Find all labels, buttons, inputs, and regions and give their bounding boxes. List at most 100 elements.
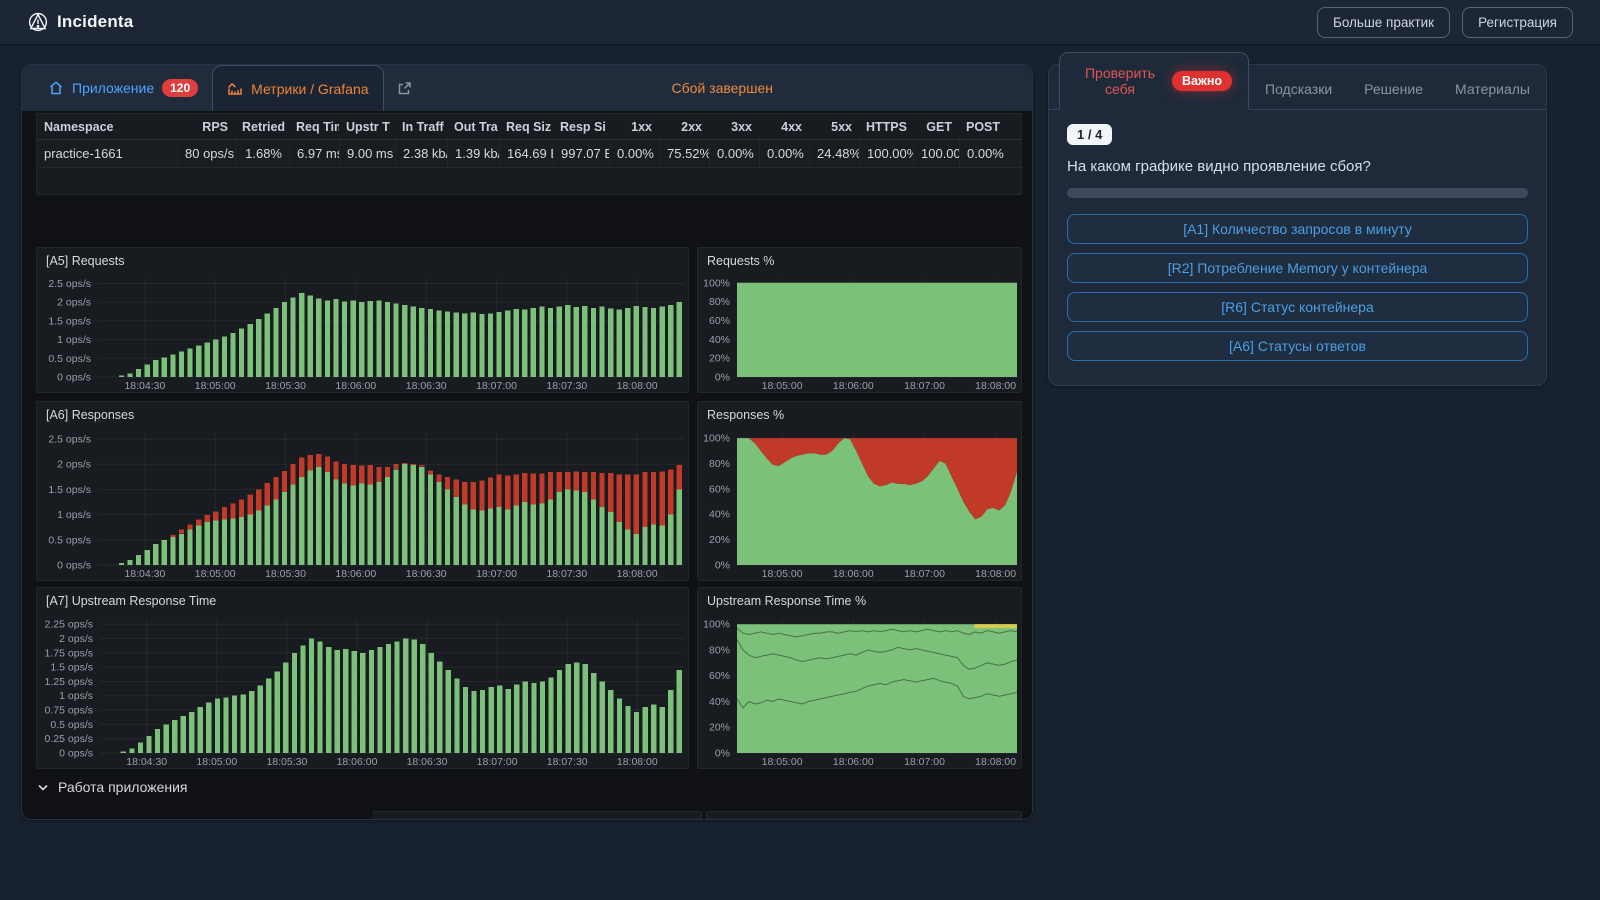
svg-text:18:04:30: 18:04:30 [126,756,167,768]
svg-text:18:07:30: 18:07:30 [546,568,587,580]
svg-text:18:06:30: 18:06:30 [407,756,448,768]
panel-title: [A7] Upstream Response Time [46,594,216,608]
info-icon: ⓘ [851,819,864,820]
svg-text:80%: 80% [709,644,730,656]
important-badge: Важно [1172,71,1232,91]
svg-text:18:08:00: 18:08:00 [617,380,658,392]
svg-text:0%: 0% [715,748,730,760]
workspace-tabstrip: Приложение 120 Метрики / Grafana Сбой за [22,65,1032,111]
question-step-indicator: 1 / 4 [1067,124,1112,145]
svg-text:2 ops/s: 2 ops/s [57,297,91,309]
col-3xx: 3xx [709,114,759,139]
cell-1xx: 0.00% [609,140,659,167]
top-navbar: Incidenta Больше практик Регистрация [0,0,1600,45]
tab-materials[interactable]: Материалы [1439,69,1546,109]
tab-check-yourself[interactable]: Проверить себя Важно [1059,52,1249,110]
quiz-card: Проверить себя Важно Подсказки Решение М… [1048,64,1547,386]
tab-metrics-grafana[interactable]: Метрики / Grafana [212,65,383,111]
svg-text:20%: 20% [709,534,730,546]
svg-text:2 ops/s: 2 ops/s [59,633,93,645]
application-count-badge: 120 [162,79,198,97]
tab-hints[interactable]: Подсказки [1249,69,1348,109]
svg-text:60%: 60% [709,315,730,327]
answer-options: [A1] Количество запросов в минуту [R2] По… [1067,214,1528,361]
section-title: Работа приложения [58,779,188,795]
panel-title: Requests % [707,254,774,268]
tab-solution[interactable]: Решение [1348,69,1439,109]
panel-b2-app-version: [B2] App version [373,811,702,820]
svg-text:0 ops/s: 0 ops/s [57,560,91,572]
tab-application-label: Приложение [72,80,154,96]
svg-text:18:07:00: 18:07:00 [904,756,945,768]
brand: Incidenta [27,11,133,33]
cell-2xx: 75.52% [659,140,709,167]
svg-text:18:05:00: 18:05:00 [195,380,236,392]
panel-responses-pct: Responses % 0%20%40%60%80%100%18:05:0018… [697,401,1022,581]
svg-text:40%: 40% [709,509,730,521]
col-resp-si: Resp Si [553,114,609,139]
tab-application[interactable]: Приложение 120 [34,65,212,111]
panel-title: [B2] App version [374,812,701,820]
incidenta-logo-icon [27,11,49,33]
col-5xx: 5xx [809,114,859,139]
col-https: HTTPS [859,114,913,139]
external-link-icon [396,80,413,97]
chart-requests-pct: 0%20%40%60%80%100%18:05:0018:06:0018:07:… [699,274,1022,392]
svg-text:2.5 ops/s: 2.5 ops/s [48,434,91,446]
quiz-tabs: Проверить себя Важно Подсказки Решение М… [1049,65,1546,110]
svg-text:20%: 20% [709,353,730,365]
panel-title: Upstream Response Time % [707,594,866,608]
section-app-work[interactable]: Работа приложения [38,779,188,795]
svg-text:1 ops/s: 1 ops/s [57,509,91,521]
svg-text:1.5 ops/s: 1.5 ops/s [48,484,91,496]
panel-title: [A5] Requests [46,254,125,268]
svg-text:18:05:00: 18:05:00 [196,756,237,768]
col-2xx: 2xx [659,114,709,139]
chart-responses-pct: 0%20%40%60%80%100%18:05:0018:06:0018:07:… [699,428,1022,580]
open-external-button[interactable] [396,80,413,97]
answer-option-1[interactable]: [A1] Количество запросов в минуту [1067,214,1528,244]
register-button[interactable]: Регистрация [1462,7,1573,38]
col-4xx: 4xx [759,114,809,139]
chart-icon [227,81,243,97]
answer-option-2[interactable]: [R2] Потребление Memory у контейнера [1067,253,1528,283]
svg-text:0.75 ops/s: 0.75 ops/s [45,705,93,717]
svg-text:18:08:00: 18:08:00 [617,756,658,768]
answer-option-4[interactable]: [A6] Статусы ответов [1067,331,1528,361]
more-practices-button[interactable]: Больше практик [1317,7,1450,38]
tab-check-yourself-label: Проверить себя [1076,65,1164,97]
cell-upstr-t: 9.00 ms [339,140,395,167]
svg-text:18:05:00: 18:05:00 [195,568,236,580]
cell-out-tra: 1.39 kb/s [447,140,499,167]
svg-text:18:08:00: 18:08:00 [975,756,1016,768]
svg-text:1.75 ops/s: 1.75 ops/s [45,647,93,659]
panel-upstream-pct: Upstream Response Time % 0%20%40%60%80%1… [697,587,1022,769]
panel-title: [B1] Cache hit rate % ⓘ [707,812,1021,820]
svg-text:0.5 ops/s: 0.5 ops/s [48,353,91,365]
svg-text:20%: 20% [709,722,730,734]
svg-text:1 ops/s: 1 ops/s [59,690,93,702]
cell-post: 0.00% [959,140,1005,167]
panel-requests-pct: Requests % 0%20%40%60%80%100%18:05:0018:… [697,247,1022,393]
svg-text:18:06:00: 18:06:00 [833,568,874,580]
svg-text:2 ops/s: 2 ops/s [57,459,91,471]
svg-text:18:07:00: 18:07:00 [904,380,945,392]
panel-title: Текущая версия приложения [36,811,368,820]
svg-text:18:04:30: 18:04:30 [124,568,165,580]
panel-current-app-version: Текущая версия приложения [36,811,368,820]
cell-namespace: practice-1661 [37,140,177,167]
svg-text:1.25 ops/s: 1.25 ops/s [45,676,93,688]
svg-text:0.5 ops/s: 0.5 ops/s [50,719,93,731]
panel-a5-requests: [A5] Requests 0 ops/s0.5 ops/s1 ops/s1.5… [36,247,689,393]
svg-text:2.25 ops/s: 2.25 ops/s [45,619,93,631]
answer-option-3[interactable]: [R6] Статус контейнера [1067,292,1528,322]
svg-text:100%: 100% [703,277,730,289]
question-text: На каком графике видно проявление сбоя? [1067,158,1528,175]
svg-text:18:05:00: 18:05:00 [762,756,803,768]
panel-a6-responses: [A6] Responses 0 ops/s0.5 ops/s1 ops/s1.… [36,401,689,581]
svg-text:18:07:00: 18:07:00 [904,568,945,580]
cell-https: 100.00% [859,140,913,167]
svg-text:40%: 40% [709,696,730,708]
svg-text:18:06:00: 18:06:00 [335,568,376,580]
cell-5xx: 24.48% [809,140,859,167]
